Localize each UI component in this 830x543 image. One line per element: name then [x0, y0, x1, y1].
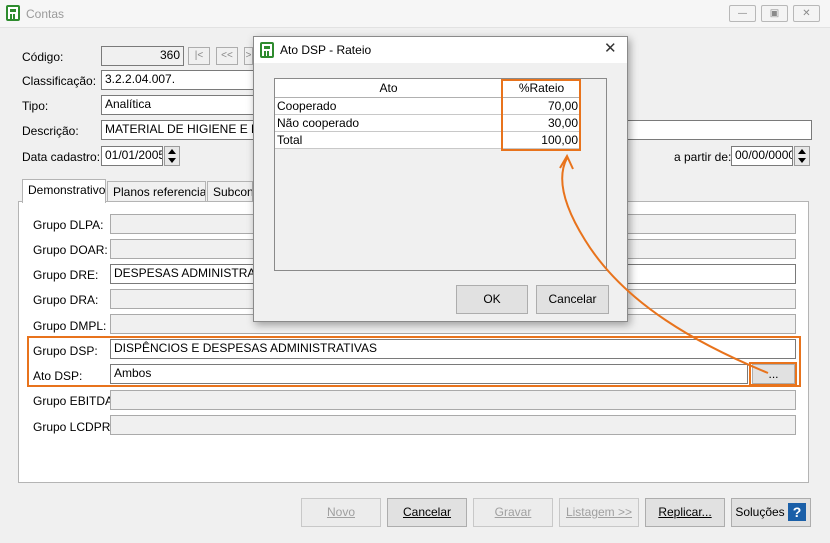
arrow-head	[559, 153, 574, 170]
annotation-arrow	[559, 153, 769, 374]
arrow-curve	[561, 157, 769, 374]
tab-demonstrativos[interactable]: Demonstrativos	[22, 179, 106, 203]
